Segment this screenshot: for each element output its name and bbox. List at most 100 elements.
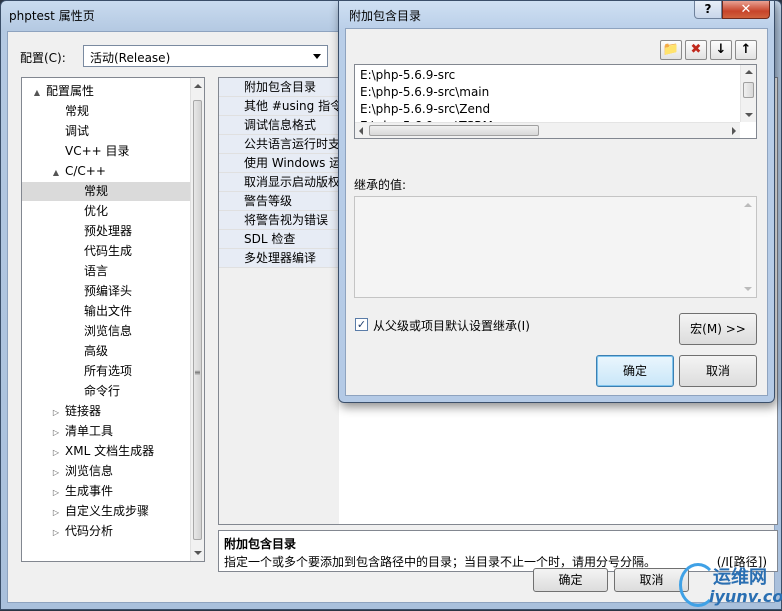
- tree-item[interactable]: 语言: [22, 262, 190, 281]
- list-vertical-scrollbar[interactable]: [740, 65, 756, 122]
- tree-item-label: 优化: [84, 204, 109, 218]
- dialog-ok-button[interactable]: 确定: [596, 355, 674, 387]
- tree-item[interactable]: ▷ 代码分析: [22, 522, 190, 541]
- scroll-down-icon: [744, 287, 752, 291]
- grid-row-name[interactable]: 将警告视为错误: [244, 211, 328, 230]
- grid-row-name[interactable]: 警告等级: [244, 192, 292, 211]
- tree-item-label: 所有选项: [84, 364, 133, 378]
- close-button[interactable]: ✕: [722, 1, 770, 19]
- scroll-down-icon[interactable]: [194, 551, 202, 555]
- tree-scroll-thumb[interactable]: [193, 100, 202, 540]
- tree-item[interactable]: 优化: [22, 202, 190, 221]
- tree-item[interactable]: ▷ XML 文档生成器: [22, 442, 190, 461]
- watermark-line2: iyunv.com: [709, 587, 782, 606]
- tree-item-label: 高级: [84, 344, 109, 358]
- tree-item[interactable]: 命令行: [22, 382, 190, 401]
- grip-icon: ≡: [194, 368, 201, 377]
- delete-icon[interactable]: ✖: [685, 40, 707, 60]
- tree-scrollbar[interactable]: ≡: [190, 78, 204, 561]
- help-button[interactable]: ?: [694, 1, 722, 19]
- tree-item-label: 调试: [65, 124, 90, 138]
- tree-item[interactable]: VC++ 目录: [22, 142, 190, 161]
- tree-item[interactable]: 所有选项: [22, 362, 190, 381]
- cancel-button[interactable]: 取消: [614, 568, 689, 592]
- list-horizontal-scrollbar[interactable]: [355, 122, 740, 138]
- grid-row-name[interactable]: 公共语言运行时支: [244, 135, 340, 154]
- inherit-checkbox[interactable]: ✓: [355, 318, 368, 331]
- tree-item-label: 代码生成: [84, 244, 133, 258]
- list-item[interactable]: E:\php-5.6.9-src\main: [360, 84, 489, 101]
- list-scroll-thumb[interactable]: [743, 82, 754, 98]
- collapsed-arrow-icon[interactable]: ▷: [51, 463, 61, 482]
- grid-row-name[interactable]: 使用 Windows 运: [244, 154, 341, 173]
- directory-list[interactable]: E:\php-5.6.9-src\TSRME:\php-5.6.9-src\Ze…: [354, 64, 757, 139]
- list-item[interactable]: E:\php-5.6.9-src: [360, 67, 455, 84]
- collapsed-arrow-icon[interactable]: ▷: [51, 503, 61, 522]
- scroll-up-icon: [744, 203, 752, 207]
- inherited-values-label: 继承的值:: [354, 178, 407, 192]
- tree-item[interactable]: 调试: [22, 122, 190, 141]
- macros-button[interactable]: 宏(M) >>: [679, 313, 757, 345]
- tree-item[interactable]: 浏览信息: [22, 322, 190, 341]
- dialog-client: 📁 ✖ ↓ ↑ E:\php-5.6.9-src\TSRME:\php-5.6.…: [345, 28, 768, 396]
- expanded-arrow-icon[interactable]: ▲: [32, 83, 42, 102]
- move-down-icon[interactable]: ↓: [710, 40, 732, 60]
- chevron-down-icon: [313, 54, 321, 59]
- tree-item[interactable]: 输出文件: [22, 302, 190, 321]
- tree-item[interactable]: ▲ C/C++: [22, 162, 190, 181]
- list-hscroll-thumb[interactable]: [369, 125, 539, 136]
- grid-row-name[interactable]: 其他 #using 指令: [244, 97, 342, 116]
- grid-row-name[interactable]: 多处理器编译: [244, 249, 316, 268]
- tree-item[interactable]: ▷ 清单工具: [22, 422, 190, 441]
- inherited-scrollbar: [740, 197, 756, 297]
- collapsed-arrow-icon[interactable]: ▷: [51, 443, 61, 462]
- collapsed-arrow-icon[interactable]: ▷: [51, 423, 61, 442]
- property-tree[interactable]: ▷ 代码分析 ▷ 自定义生成步骤 ▷ 生成事件 ▷ 浏览信息 ▷ XML 文档生成器 ▷ 清单工具 ▷ 链…: [21, 77, 205, 562]
- description-title: 附加包含目录: [224, 537, 297, 551]
- collapsed-arrow-icon[interactable]: ▷: [51, 403, 61, 422]
- tree-item-label: VC++ 目录: [65, 144, 130, 158]
- include-dirs-dialog: 附加包含目录 ? ✕ 📁 ✖ ↓ ↑ E:\php-5.6.9-src\TSRM…: [338, 0, 775, 403]
- tree-item-label: 浏览信息: [65, 464, 114, 478]
- grid-row-name[interactable]: 取消显示启动版权: [244, 173, 340, 192]
- new-folder-icon[interactable]: 📁: [660, 40, 682, 60]
- tree-item[interactable]: 代码生成: [22, 242, 190, 261]
- scroll-left-icon[interactable]: [359, 127, 363, 135]
- configuration-dropdown[interactable]: 活动(Release): [83, 45, 328, 67]
- expanded-arrow-icon[interactable]: ▲: [51, 163, 61, 182]
- ok-button[interactable]: 确定: [533, 568, 608, 592]
- list-item[interactable]: E:\php-5.6.9-src\Zend: [360, 101, 490, 118]
- watermark-logo: 运维网 iyunv.com: [679, 561, 782, 611]
- configuration-value: 活动(Release): [90, 51, 171, 65]
- tree-item-label: 常规: [65, 104, 90, 118]
- scroll-down-icon[interactable]: [745, 113, 753, 117]
- tree-item-label: 自定义生成步骤: [65, 504, 150, 518]
- tree-item-label: 输出文件: [84, 304, 133, 318]
- scroll-right-icon[interactable]: [732, 127, 736, 135]
- tree-item[interactable]: ▷ 生成事件: [22, 482, 190, 501]
- tree-item[interactable]: 预编译头: [22, 282, 190, 301]
- dialog-cancel-button[interactable]: 取消: [679, 355, 757, 387]
- collapsed-arrow-icon[interactable]: ▷: [51, 523, 61, 542]
- scroll-up-icon[interactable]: [745, 70, 753, 74]
- tree-item[interactable]: 预处理器: [22, 222, 190, 241]
- tree-item-label: 预编译头: [84, 284, 133, 298]
- grid-row-name[interactable]: 附加包含目录: [244, 78, 316, 97]
- move-up-icon[interactable]: ↑: [735, 40, 757, 60]
- grid-row-name[interactable]: SDL 检查: [244, 230, 295, 249]
- tree-item[interactable]: 常规: [22, 182, 190, 201]
- scroll-up-icon[interactable]: [194, 84, 202, 88]
- tree-item[interactable]: ▲ 配置属性: [22, 82, 190, 101]
- tree-item-label: 清单工具: [65, 424, 114, 438]
- tree-item-label: 命令行: [84, 384, 121, 398]
- tree-item[interactable]: ▷ 浏览信息: [22, 462, 190, 481]
- collapsed-arrow-icon[interactable]: ▷: [51, 483, 61, 502]
- grid-row-name[interactable]: 调试信息格式: [244, 116, 316, 135]
- window-title: phptest 属性页: [9, 9, 95, 23]
- inherit-checkbox-label[interactable]: 从父级或项目默认设置继承(I): [373, 317, 530, 334]
- tree-item[interactable]: 常规: [22, 102, 190, 121]
- tree-item[interactable]: ▷ 链接器: [22, 402, 190, 421]
- tree-item[interactable]: ▷ 自定义生成步骤: [22, 502, 190, 521]
- watermark-line1: 运维网: [713, 567, 767, 588]
- tree-item[interactable]: 高级: [22, 342, 190, 361]
